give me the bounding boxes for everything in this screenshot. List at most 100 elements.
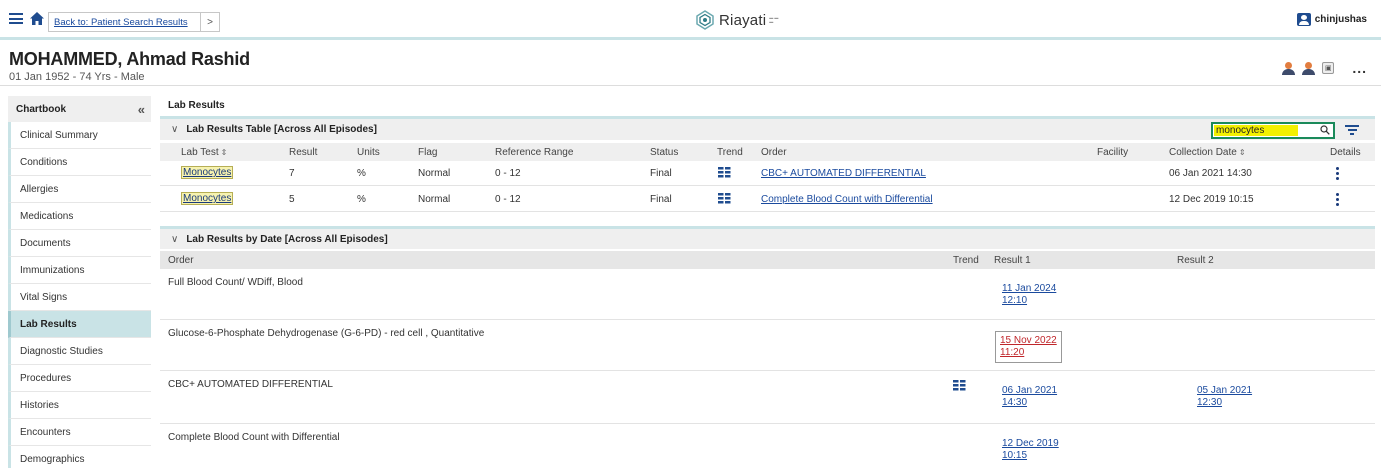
result-1-date-link[interactable]: 06 Jan 2021 14:30 (1002, 385, 1057, 409)
col-order: Order (761, 147, 787, 158)
chevron-down-icon[interactable]: ∨ (171, 124, 178, 135)
search-value: monocytes (1214, 125, 1298, 136)
lab-results-by-date-title: Lab Results by Date [Across All Episodes… (186, 234, 388, 245)
col-details: Details (1330, 147, 1361, 158)
result-time: 11:20 (1000, 347, 1025, 358)
sidebar-item-lab-results[interactable]: Lab Results (8, 311, 151, 338)
reference-range-value: 0 - 12 (495, 194, 521, 205)
user-name: chinjushas (1314, 14, 1367, 25)
col-lab-test-label: Lab Test (181, 147, 219, 158)
patient-actions: ▣ ... (1282, 60, 1367, 76)
lock-icon[interactable]: ▣ (1322, 62, 1335, 74)
status-value: Final (650, 168, 672, 179)
lab-test-link[interactable]: Monocytes (181, 166, 234, 179)
lab-results-table-toggle[interactable]: ∨ Lab Results Table [Across All Episodes] (171, 124, 377, 135)
result-date: 15 Nov 2022 (1000, 335, 1057, 346)
col-trend: Trend (953, 255, 979, 266)
col-lab-test[interactable]: Lab Test ⇕ (181, 147, 227, 158)
sidebar-item-procedures[interactable]: Procedures (8, 365, 151, 392)
result-1-date-link[interactable]: 12 Dec 2019 10:15 (1002, 438, 1059, 462)
back-to-search-button[interactable]: Back to: Patient Search Results (48, 12, 201, 32)
order-name: Complete Blood Count with Differential (168, 432, 340, 443)
col-collection-label: Collection Date (1169, 147, 1237, 158)
list-item: CBC+ AUTOMATED DIFFERENTIAL 06 Jan 2021 … (160, 372, 1375, 424)
patient-name: MOHAMMED, Ahmad Rashid (9, 49, 250, 69)
chevron-right-icon[interactable]: > (200, 12, 220, 32)
result-value: 7 (289, 168, 295, 179)
result-1-date-link[interactable]: 11 Jan 2024 12:10 (1002, 283, 1056, 307)
sidebar-item-documents[interactable]: Documents (8, 230, 151, 257)
result-2-date-link[interactable]: 05 Jan 2021 12:30 (1197, 385, 1252, 409)
filter-icon[interactable] (1345, 125, 1359, 136)
result-1-abnormal-date-link[interactable]: 15 Nov 2022 11:20 (995, 331, 1062, 363)
row-details-icon[interactable] (1336, 167, 1339, 180)
sidebar-item-allergies[interactable]: Allergies (8, 176, 151, 203)
sidebar-item-diagnostic-studies[interactable]: Diagnostic Studies (8, 338, 151, 365)
chevron-down-icon[interactable]: ∨ (171, 234, 178, 245)
home-icon[interactable] (29, 11, 45, 26)
lab-test-name[interactable]: Monocytes (181, 166, 234, 179)
brand-name: Riayati (719, 11, 767, 29)
units-value: % (357, 194, 366, 205)
list-item: Complete Blood Count with Differential 1… (160, 425, 1375, 468)
result-time: 10:15 (1002, 450, 1028, 461)
list-item: Glucose-6-Phosphate Dehydrogenase (G-6-P… (160, 321, 1375, 371)
patient-demographics: 01 Jan 1952 - 74 Yrs - Male (9, 71, 145, 83)
collapse-icon[interactable]: « (138, 102, 145, 117)
main-content: Lab Results ∨ Lab Results Table [Across A… (160, 96, 1375, 468)
status-value: Final (650, 194, 672, 205)
trend-icon[interactable] (953, 380, 966, 391)
chartbook-sidebar: Chartbook « Clinical Summary Conditions … (8, 96, 151, 468)
page-title: Lab Results (168, 100, 225, 111)
col-reference-range: Reference Range (495, 147, 574, 158)
flag-value: Normal (418, 168, 451, 179)
lab-results-by-date-header: ∨ Lab Results by Date [Across All Episode… (160, 226, 1375, 249)
row-details-icon[interactable] (1336, 193, 1339, 206)
brand-logo: Riayati ▬ ▬ ▬ (695, 10, 783, 30)
list-item: Full Blood Count/ WDiff, Blood 11 Jan 20… (160, 270, 1375, 320)
menu-icon[interactable] (9, 13, 23, 24)
col-facility: Facility (1097, 147, 1129, 158)
more-options-icon[interactable]: ... (1352, 60, 1367, 76)
lab-test-name[interactable]: Monocytes (181, 192, 234, 205)
chartbook-title: Chartbook (16, 103, 66, 115)
user-menu[interactable]: chinjushas (1296, 13, 1367, 26)
table-row: Monocytes 5 % Normal 0 - 12 Final Comple… (160, 187, 1375, 212)
trend-icon[interactable] (718, 193, 731, 204)
search-icon[interactable] (1320, 125, 1330, 135)
chartbook-header: Chartbook « (8, 96, 151, 122)
sidebar-item-encounters[interactable]: Encounters (8, 419, 151, 446)
sidebar-item-demographics[interactable]: Demographics (8, 446, 151, 468)
sidebar-item-medications[interactable]: Medications (8, 203, 151, 230)
order-name: Full Blood Count/ WDiff, Blood (168, 277, 303, 288)
trend-icon[interactable] (718, 167, 731, 178)
result-value: 5 (289, 194, 295, 205)
brand-tagline: ▬ ▬ ▬ (769, 15, 779, 24)
sort-icon[interactable]: ⇕ (1239, 148, 1246, 157)
result-date: 12 Dec 2019 (1002, 438, 1059, 449)
col-flag: Flag (418, 147, 438, 158)
col-collection-date[interactable]: Collection Date ⇕ (1169, 147, 1246, 158)
provider-icon[interactable] (1302, 62, 1316, 75)
order-link[interactable]: CBC+ AUTOMATED DIFFERENTIAL (761, 168, 926, 179)
order-name: Glucose-6-Phosphate Dehydrogenase (G-6-P… (168, 328, 485, 339)
reference-range-value: 0 - 12 (495, 168, 521, 179)
lab-test-link[interactable]: Monocytes (181, 192, 234, 205)
result-time: 12:10 (1002, 295, 1028, 306)
col-result: Result (289, 147, 318, 158)
lab-results-by-date-toggle[interactable]: ∨ Lab Results by Date [Across All Episode… (171, 234, 388, 245)
lab-results-table-title: Lab Results Table [Across All Episodes] (186, 124, 377, 135)
col-result-2: Result 2 (1177, 255, 1214, 266)
order-link[interactable]: Complete Blood Count with Differential (761, 194, 933, 205)
collection-date-value: 12 Dec 2019 10:15 (1169, 194, 1254, 205)
col-status: Status (650, 147, 679, 158)
user-icon (1296, 13, 1311, 26)
lab-search-input[interactable]: monocytes (1211, 122, 1335, 139)
sort-icon[interactable]: ⇕ (221, 148, 228, 157)
sidebar-item-conditions[interactable]: Conditions (8, 149, 151, 176)
sidebar-item-vital-signs[interactable]: Vital Signs (8, 284, 151, 311)
care-team-icon[interactable] (1282, 62, 1296, 75)
sidebar-item-immunizations[interactable]: Immunizations (8, 257, 151, 284)
sidebar-item-clinical-summary[interactable]: Clinical Summary (8, 122, 151, 149)
sidebar-item-histories[interactable]: Histories (8, 392, 151, 419)
